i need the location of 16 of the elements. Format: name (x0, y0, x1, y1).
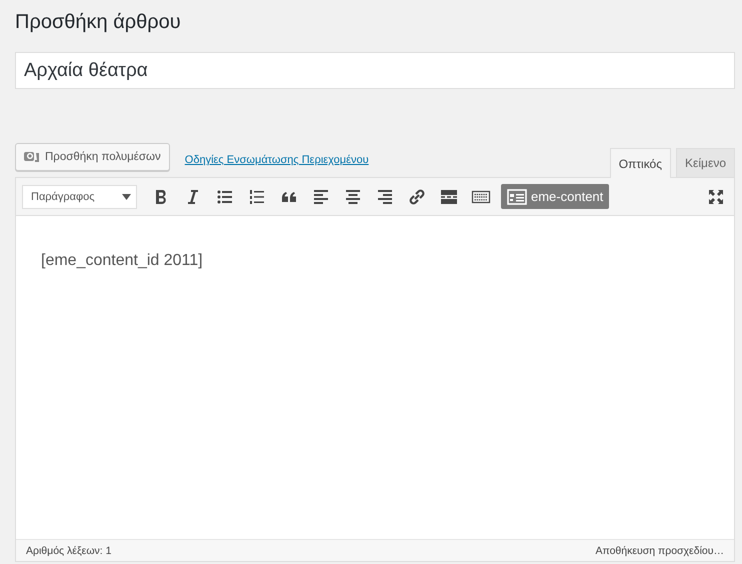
save-status: Αποθήκευση προσχεδίου… (595, 544, 724, 556)
page-title: Προσθήκη άρθρου (15, 11, 182, 35)
eme-content-button[interactable]: eme-content (501, 184, 610, 209)
word-count: Αριθμός λέξεων: 1 (26, 544, 112, 556)
fullscreen-icon (708, 188, 724, 204)
title-field[interactable]: Αρχαία θέατρα (15, 52, 735, 89)
editor-tab[interactable]: Κείμενο (676, 148, 735, 177)
format-dropdown[interactable]: Παράγραφος (22, 184, 137, 208)
add-media-button[interactable]: Προσθήκη πολυμέσων (15, 143, 170, 171)
link-icon (407, 186, 427, 206)
media-icon (24, 150, 40, 164)
caret-icon (122, 194, 131, 200)
help-link[interactable]: Οδηγίες Ενσωμάτωσης Περιεχομένου (184, 154, 369, 166)
content-list-icon (507, 188, 527, 204)
shortcode-text: [eme_content_id 2011] (41, 252, 204, 270)
editor-tab[interactable]: Οπτικός (610, 148, 672, 178)
